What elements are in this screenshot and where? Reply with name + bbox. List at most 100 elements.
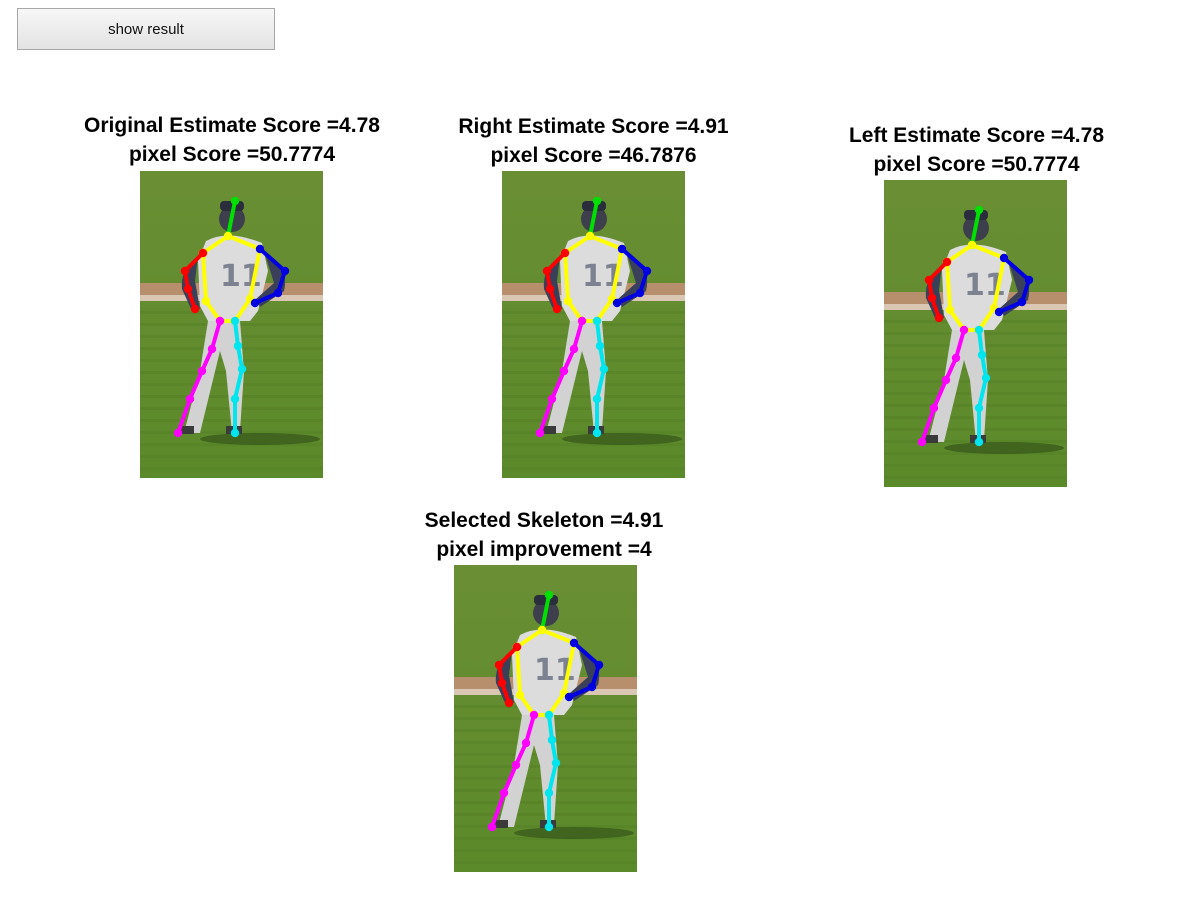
selected-joint [544, 788, 554, 798]
selected-joint [512, 642, 522, 652]
selected-joint [537, 625, 547, 635]
right-joint [560, 248, 570, 258]
right-joint [599, 364, 609, 374]
left-joint [945, 305, 955, 315]
original-joint [250, 298, 260, 308]
right-joint [559, 366, 569, 376]
selected-joint [499, 788, 509, 798]
selected-joint [487, 822, 497, 832]
original-joint [215, 316, 225, 326]
original-joint [255, 244, 265, 254]
left-joint [942, 257, 952, 267]
right-joint [592, 394, 602, 404]
selected-joint [587, 682, 597, 692]
pixel-improvement-label: pixel improvement =4 [436, 538, 652, 561]
right-joint [635, 288, 645, 298]
selected-joint [511, 760, 521, 770]
right-joint [592, 428, 602, 438]
left-joint [967, 240, 977, 250]
original-scene: 11 [140, 171, 323, 478]
left-joint [974, 205, 984, 215]
selected-scene: 11 [454, 565, 637, 872]
left-joint [941, 375, 951, 385]
right-joint [545, 284, 555, 294]
right-joint [642, 266, 652, 276]
left-estimate-title: Left Estimate Score =4.78 pixel Score =5… [835, 121, 1118, 179]
selected-joint [551, 758, 561, 768]
left-joint [917, 437, 927, 447]
left-joint [1017, 297, 1027, 307]
selected-joint [515, 690, 525, 700]
selected-skeleton-title: Selected Skeleton =4.91 pixel improvemen… [412, 506, 676, 564]
original-estimate-image: 11 [140, 171, 323, 478]
selected-joint [544, 710, 554, 720]
selected-skeleton-score-label: Selected Skeleton =4.91 [424, 509, 664, 532]
right-joint [585, 231, 595, 241]
right-pixel-score-label: pixel Score =46.7876 [490, 144, 697, 167]
right-joint [535, 428, 545, 438]
selected-joint [497, 678, 507, 688]
selected-joint [544, 590, 554, 600]
left-joint [927, 293, 937, 303]
right-scene: 11 [502, 171, 685, 478]
original-joint [230, 196, 240, 206]
left-joint [994, 307, 1004, 317]
left-joint [974, 437, 984, 447]
original-joint [230, 394, 240, 404]
selected-joint [521, 738, 531, 748]
right-joint [569, 344, 579, 354]
selected-joint [504, 698, 514, 708]
left-joint [924, 275, 934, 285]
left-joint [959, 325, 969, 335]
selected-joint [544, 822, 554, 832]
left-estimate-score-label: Left Estimate Score =4.78 [848, 124, 1105, 147]
right-joint [547, 394, 557, 404]
right-joint [592, 196, 602, 206]
selected-joint [547, 735, 557, 745]
show-result-button[interactable]: show result [17, 8, 275, 50]
original-joint [230, 428, 240, 438]
selected-joint [594, 660, 604, 670]
right-joint [595, 341, 605, 351]
left-scene: 11 [884, 180, 1067, 487]
selected-joint [529, 710, 539, 720]
original-joint [237, 364, 247, 374]
right-joint [577, 316, 587, 326]
left-joint [951, 353, 961, 363]
original-joint [230, 316, 240, 326]
left-joint [934, 313, 944, 323]
original-joint [198, 248, 208, 258]
left-joint [977, 350, 987, 360]
original-joint [223, 231, 233, 241]
original-joint [233, 341, 243, 351]
original-pixel-score-label: pixel Score =50.7774 [128, 143, 336, 166]
original-joint [185, 394, 195, 404]
right-joint [612, 298, 622, 308]
right-joint [617, 244, 627, 254]
right-joint [592, 316, 602, 326]
selected-joint [569, 638, 579, 648]
left-joint [929, 403, 939, 413]
original-joint [201, 296, 211, 306]
left-estimate-image: 11 [884, 180, 1067, 487]
original-joint [197, 366, 207, 376]
selected-skeleton-image: 11 [454, 565, 637, 872]
original-joint [190, 304, 200, 314]
original-joint [180, 266, 190, 276]
original-estimate-title: Original Estimate Score =4.78 pixel Scor… [70, 111, 394, 169]
right-joint [563, 296, 573, 306]
left-joint [981, 373, 991, 383]
selected-joint [564, 692, 574, 702]
right-joint [542, 266, 552, 276]
right-estimate-title: Right Estimate Score =4.91 pixel Score =… [445, 112, 742, 170]
right-estimate-image: 11 [502, 171, 685, 478]
original-estimate-score-label: Original Estimate Score =4.78 [84, 114, 380, 137]
left-joint [974, 325, 984, 335]
left-joint [999, 253, 1009, 263]
left-joint [974, 403, 984, 413]
left-joint [1024, 275, 1034, 285]
original-joint [280, 266, 290, 276]
left-pixel-score-label: pixel Score =50.7774 [873, 153, 1080, 176]
original-joint [207, 344, 217, 354]
original-joint [183, 284, 193, 294]
